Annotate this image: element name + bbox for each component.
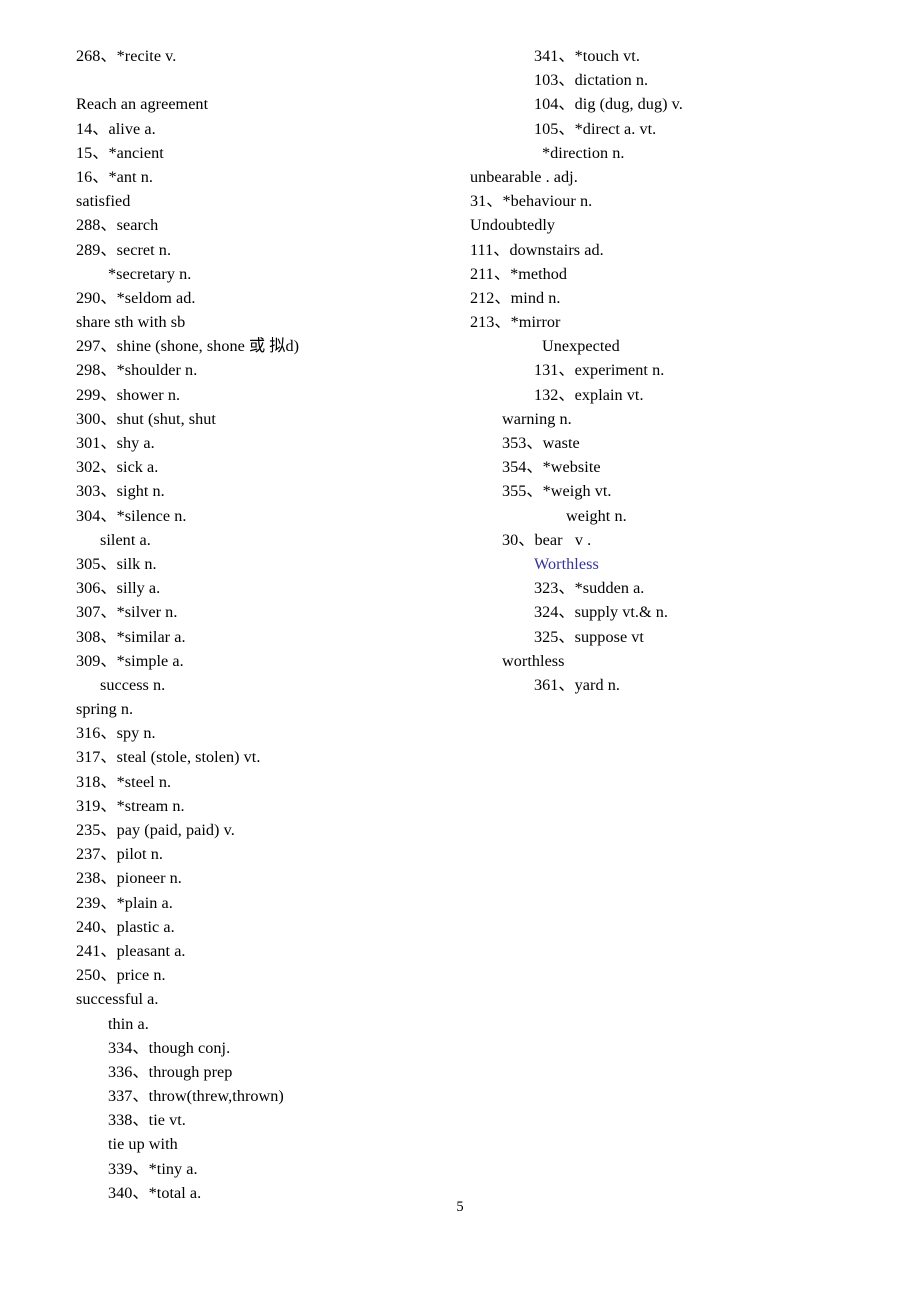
word-entry-line: 15、*ancient xyxy=(76,143,164,162)
right-column: 341、*touch vt. 103、dictation n. 104、dig (d… xyxy=(460,44,920,697)
word-entry-line: 354、*website xyxy=(502,458,601,477)
word-entry-line: 323、*sudden a. xyxy=(534,579,645,598)
word-entry-line: 237、pilot n. xyxy=(76,845,163,864)
word-entry-line: share sth with sb xyxy=(76,313,186,332)
word-entry-line: 105、*direct a. vt. xyxy=(534,119,657,138)
word-entry-line: 212、mind n. xyxy=(470,288,561,307)
word-entry-line: 31、*behaviour n. xyxy=(470,192,593,211)
word-entry-line: 309、*simple a. xyxy=(76,651,184,670)
word-entry-line: Undoubtedly xyxy=(470,216,556,235)
word-entry-line: 235、pay (paid, paid) v. xyxy=(76,821,235,839)
word-entry-line: unbearable . adj. xyxy=(470,167,578,186)
word-entry-line: 239、*plain a. xyxy=(76,893,173,912)
word-entry-line: 111、downstairs ad. xyxy=(470,240,604,259)
left-column: 268、*recite v. Reach an agreement 14、alive… xyxy=(0,44,460,1205)
word-entry-line: 240、plastic a. xyxy=(76,917,175,936)
word-entry-line: 16、*ant n. xyxy=(76,167,153,186)
word-entry-line: 298、*shoulder n. xyxy=(76,361,198,380)
word-entry-line: 238、pioneer n. xyxy=(76,869,182,888)
word-entry-line: thin a. xyxy=(108,1014,149,1033)
word-entry-line: 303、sight n. xyxy=(76,482,165,501)
word-entry-line: 336、through prep xyxy=(108,1062,233,1081)
word-entry-line: Reach an agreement xyxy=(76,95,209,114)
word-entry-line: 306、silly a. xyxy=(76,579,161,598)
word-entry-line: warning n. xyxy=(502,409,572,428)
word-entry-line: 355、*weigh vt. xyxy=(502,482,612,501)
word-entry-line: 104、dig (dug, dug) v. xyxy=(534,95,683,114)
word-entry-line: Unexpected xyxy=(542,337,620,356)
word-entry-line: tie up with xyxy=(108,1135,178,1154)
word-entry-line: 319、*stream n. xyxy=(76,796,185,815)
word-entry-line: 353、waste xyxy=(502,434,580,452)
word-entry-line: 341、*touch vt. xyxy=(534,47,640,65)
word-entry-line: successful a. xyxy=(76,990,159,1009)
document-page: 268、*recite v. Reach an agreement 14、alive… xyxy=(0,0,920,1302)
word-entry-line: 250、price n. xyxy=(76,966,166,985)
word-entry-line: 211、*method xyxy=(470,264,568,283)
word-entry-line: 300、shut (shut, shut xyxy=(76,409,216,428)
word-entry-line: 241、pleasant a. xyxy=(76,941,186,960)
word-entry-line: *secretary n. xyxy=(108,264,192,283)
word-entry-line: 30、bear v . xyxy=(502,530,592,549)
word-entry-line: success n. xyxy=(100,675,166,694)
word-entry-line: Worthless xyxy=(534,554,599,573)
word-entry-line: silent a. xyxy=(100,530,151,549)
word-entry-line: 308、*similar a. xyxy=(76,627,186,646)
word-entry-line: 316、spy n. xyxy=(76,724,156,743)
word-entry-line: *direction n. xyxy=(542,143,625,162)
word-entry-line: 297、shine (shone, shone 或 拟d) xyxy=(76,337,300,356)
word-entry-line: 304、*silence n. xyxy=(76,506,187,525)
word-entry-line: 289、secret n. xyxy=(76,240,172,259)
word-entry-line: 14、alive a. xyxy=(76,119,156,138)
word-entry-line: 301、shy a. xyxy=(76,434,155,452)
word-entry-line: 334、though conj. xyxy=(108,1038,231,1057)
word-entry-line: 339、*tiny a. xyxy=(108,1159,198,1178)
word-entry-line: 268、*recite v. xyxy=(76,47,177,65)
word-entry-line: 324、supply vt.& n. xyxy=(534,603,669,622)
word-entry-line: 325、suppose vt xyxy=(534,627,644,646)
page-number: 5 xyxy=(456,1199,464,1215)
two-column-body: 268、*recite v. Reach an agreement 14、alive… xyxy=(0,44,920,1205)
word-entry-line: 103、dictation n. xyxy=(534,71,649,90)
word-entry-line: satisfied xyxy=(76,192,131,211)
word-entry-line: 131、experiment n. xyxy=(534,361,665,380)
word-entry-line: 338、tie vt. xyxy=(108,1111,186,1130)
word-entry-line: 317、steal (stole, stolen) vt. xyxy=(76,748,261,767)
word-entry-line: 337、throw(threw,thrown) xyxy=(108,1087,284,1106)
word-entry-line: 288、search xyxy=(76,216,159,235)
word-entry-line: 302、sick a. xyxy=(76,458,159,477)
word-entry-line: 361、yard n. xyxy=(534,675,620,694)
word-entry-line: 290、*seldom ad. xyxy=(76,288,196,307)
word-entry-line: 132、explain vt. xyxy=(534,385,644,404)
word-entry-line: weight n. xyxy=(566,506,627,525)
word-entry-line: 213、*mirror xyxy=(470,313,561,332)
word-entry-line: spring n. xyxy=(76,700,134,719)
word-entry-line: 307、*silver n. xyxy=(76,603,178,622)
word-entry-line: 299、shower n. xyxy=(76,385,181,404)
word-entry-line: 318、*steel n. xyxy=(76,772,172,791)
word-entry-line: 305、silk n. xyxy=(76,554,157,573)
word-entry-line: worthless xyxy=(502,651,565,670)
